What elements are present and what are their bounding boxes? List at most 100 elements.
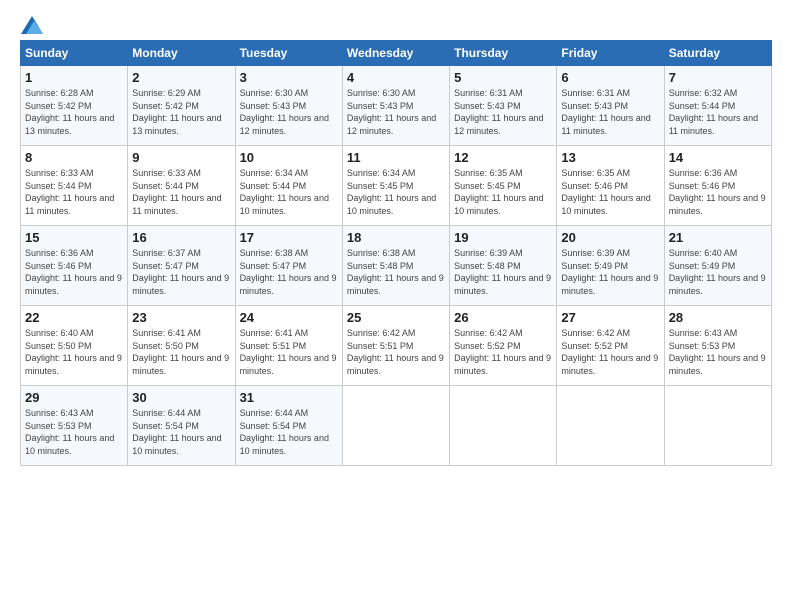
day-header: Tuesday xyxy=(235,41,342,66)
day-number: 19 xyxy=(454,230,552,245)
day-number: 20 xyxy=(561,230,659,245)
day-detail: Sunrise: 6:42 AMSunset: 5:52 PMDaylight:… xyxy=(561,328,658,376)
calendar-cell: 9 Sunrise: 6:33 AMSunset: 5:44 PMDayligh… xyxy=(128,146,235,226)
day-detail: Sunrise: 6:41 AMSunset: 5:50 PMDaylight:… xyxy=(132,328,229,376)
day-number: 14 xyxy=(669,150,767,165)
day-number: 13 xyxy=(561,150,659,165)
page: SundayMondayTuesdayWednesdayThursdayFrid… xyxy=(0,0,792,612)
day-number: 22 xyxy=(25,310,123,325)
calendar-cell: 13 Sunrise: 6:35 AMSunset: 5:46 PMDaylig… xyxy=(557,146,664,226)
calendar-cell: 2 Sunrise: 6:29 AMSunset: 5:42 PMDayligh… xyxy=(128,66,235,146)
calendar-week-row: 1 Sunrise: 6:28 AMSunset: 5:42 PMDayligh… xyxy=(21,66,772,146)
day-number: 4 xyxy=(347,70,445,85)
header xyxy=(20,16,772,30)
calendar-cell: 16 Sunrise: 6:37 AMSunset: 5:47 PMDaylig… xyxy=(128,226,235,306)
calendar-cell: 1 Sunrise: 6:28 AMSunset: 5:42 PMDayligh… xyxy=(21,66,128,146)
day-detail: Sunrise: 6:44 AMSunset: 5:54 PMDaylight:… xyxy=(240,408,329,456)
day-detail: Sunrise: 6:28 AMSunset: 5:42 PMDaylight:… xyxy=(25,88,114,136)
day-detail: Sunrise: 6:43 AMSunset: 5:53 PMDaylight:… xyxy=(25,408,114,456)
day-header: Thursday xyxy=(450,41,557,66)
day-number: 27 xyxy=(561,310,659,325)
calendar-table: SundayMondayTuesdayWednesdayThursdayFrid… xyxy=(20,40,772,466)
day-number: 1 xyxy=(25,70,123,85)
calendar-cell: 6 Sunrise: 6:31 AMSunset: 5:43 PMDayligh… xyxy=(557,66,664,146)
day-header: Sunday xyxy=(21,41,128,66)
day-header: Saturday xyxy=(664,41,771,66)
calendar-cell: 12 Sunrise: 6:35 AMSunset: 5:45 PMDaylig… xyxy=(450,146,557,226)
day-number: 5 xyxy=(454,70,552,85)
calendar-week-row: 22 Sunrise: 6:40 AMSunset: 5:50 PMDaylig… xyxy=(21,306,772,386)
calendar-cell: 22 Sunrise: 6:40 AMSunset: 5:50 PMDaylig… xyxy=(21,306,128,386)
day-number: 17 xyxy=(240,230,338,245)
calendar-cell: 28 Sunrise: 6:43 AMSunset: 5:53 PMDaylig… xyxy=(664,306,771,386)
day-number: 16 xyxy=(132,230,230,245)
day-detail: Sunrise: 6:34 AMSunset: 5:45 PMDaylight:… xyxy=(347,168,436,216)
day-detail: Sunrise: 6:40 AMSunset: 5:50 PMDaylight:… xyxy=(25,328,122,376)
day-detail: Sunrise: 6:37 AMSunset: 5:47 PMDaylight:… xyxy=(132,248,229,296)
day-detail: Sunrise: 6:39 AMSunset: 5:49 PMDaylight:… xyxy=(561,248,658,296)
calendar-cell: 15 Sunrise: 6:36 AMSunset: 5:46 PMDaylig… xyxy=(21,226,128,306)
calendar-cell: 25 Sunrise: 6:42 AMSunset: 5:51 PMDaylig… xyxy=(342,306,449,386)
calendar-cell xyxy=(557,386,664,466)
day-detail: Sunrise: 6:44 AMSunset: 5:54 PMDaylight:… xyxy=(132,408,221,456)
calendar-cell: 19 Sunrise: 6:39 AMSunset: 5:48 PMDaylig… xyxy=(450,226,557,306)
calendar-cell: 31 Sunrise: 6:44 AMSunset: 5:54 PMDaylig… xyxy=(235,386,342,466)
day-detail: Sunrise: 6:33 AMSunset: 5:44 PMDaylight:… xyxy=(25,168,114,216)
logo xyxy=(20,16,43,30)
calendar-week-row: 29 Sunrise: 6:43 AMSunset: 5:53 PMDaylig… xyxy=(21,386,772,466)
day-number: 12 xyxy=(454,150,552,165)
calendar-cell: 30 Sunrise: 6:44 AMSunset: 5:54 PMDaylig… xyxy=(128,386,235,466)
day-detail: Sunrise: 6:30 AMSunset: 5:43 PMDaylight:… xyxy=(240,88,329,136)
calendar-cell xyxy=(664,386,771,466)
day-detail: Sunrise: 6:31 AMSunset: 5:43 PMDaylight:… xyxy=(561,88,650,136)
day-number: 6 xyxy=(561,70,659,85)
calendar-cell: 4 Sunrise: 6:30 AMSunset: 5:43 PMDayligh… xyxy=(342,66,449,146)
calendar-cell: 10 Sunrise: 6:34 AMSunset: 5:44 PMDaylig… xyxy=(235,146,342,226)
day-number: 31 xyxy=(240,390,338,405)
day-number: 25 xyxy=(347,310,445,325)
day-header: Monday xyxy=(128,41,235,66)
day-number: 23 xyxy=(132,310,230,325)
day-number: 18 xyxy=(347,230,445,245)
calendar-cell xyxy=(450,386,557,466)
calendar-week-row: 8 Sunrise: 6:33 AMSunset: 5:44 PMDayligh… xyxy=(21,146,772,226)
day-detail: Sunrise: 6:35 AMSunset: 5:45 PMDaylight:… xyxy=(454,168,543,216)
calendar-cell: 7 Sunrise: 6:32 AMSunset: 5:44 PMDayligh… xyxy=(664,66,771,146)
day-detail: Sunrise: 6:31 AMSunset: 5:43 PMDaylight:… xyxy=(454,88,543,136)
calendar-cell: 24 Sunrise: 6:41 AMSunset: 5:51 PMDaylig… xyxy=(235,306,342,386)
calendar-cell xyxy=(342,386,449,466)
day-number: 10 xyxy=(240,150,338,165)
day-number: 24 xyxy=(240,310,338,325)
calendar-cell: 23 Sunrise: 6:41 AMSunset: 5:50 PMDaylig… xyxy=(128,306,235,386)
day-detail: Sunrise: 6:30 AMSunset: 5:43 PMDaylight:… xyxy=(347,88,436,136)
calendar-cell: 11 Sunrise: 6:34 AMSunset: 5:45 PMDaylig… xyxy=(342,146,449,226)
day-detail: Sunrise: 6:41 AMSunset: 5:51 PMDaylight:… xyxy=(240,328,337,376)
day-detail: Sunrise: 6:36 AMSunset: 5:46 PMDaylight:… xyxy=(25,248,122,296)
day-number: 26 xyxy=(454,310,552,325)
day-detail: Sunrise: 6:32 AMSunset: 5:44 PMDaylight:… xyxy=(669,88,758,136)
day-number: 11 xyxy=(347,150,445,165)
calendar-cell: 20 Sunrise: 6:39 AMSunset: 5:49 PMDaylig… xyxy=(557,226,664,306)
calendar-cell: 27 Sunrise: 6:42 AMSunset: 5:52 PMDaylig… xyxy=(557,306,664,386)
day-detail: Sunrise: 6:43 AMSunset: 5:53 PMDaylight:… xyxy=(669,328,766,376)
day-detail: Sunrise: 6:34 AMSunset: 5:44 PMDaylight:… xyxy=(240,168,329,216)
day-number: 29 xyxy=(25,390,123,405)
day-number: 15 xyxy=(25,230,123,245)
day-detail: Sunrise: 6:33 AMSunset: 5:44 PMDaylight:… xyxy=(132,168,221,216)
day-number: 2 xyxy=(132,70,230,85)
day-detail: Sunrise: 6:42 AMSunset: 5:52 PMDaylight:… xyxy=(454,328,551,376)
day-header: Wednesday xyxy=(342,41,449,66)
calendar-week-row: 15 Sunrise: 6:36 AMSunset: 5:46 PMDaylig… xyxy=(21,226,772,306)
day-number: 30 xyxy=(132,390,230,405)
day-number: 9 xyxy=(132,150,230,165)
calendar-cell: 17 Sunrise: 6:38 AMSunset: 5:47 PMDaylig… xyxy=(235,226,342,306)
day-detail: Sunrise: 6:38 AMSunset: 5:47 PMDaylight:… xyxy=(240,248,337,296)
calendar-cell: 8 Sunrise: 6:33 AMSunset: 5:44 PMDayligh… xyxy=(21,146,128,226)
day-detail: Sunrise: 6:35 AMSunset: 5:46 PMDaylight:… xyxy=(561,168,650,216)
day-number: 7 xyxy=(669,70,767,85)
day-number: 3 xyxy=(240,70,338,85)
day-number: 8 xyxy=(25,150,123,165)
calendar-cell: 14 Sunrise: 6:36 AMSunset: 5:46 PMDaylig… xyxy=(664,146,771,226)
day-detail: Sunrise: 6:39 AMSunset: 5:48 PMDaylight:… xyxy=(454,248,551,296)
day-header: Friday xyxy=(557,41,664,66)
